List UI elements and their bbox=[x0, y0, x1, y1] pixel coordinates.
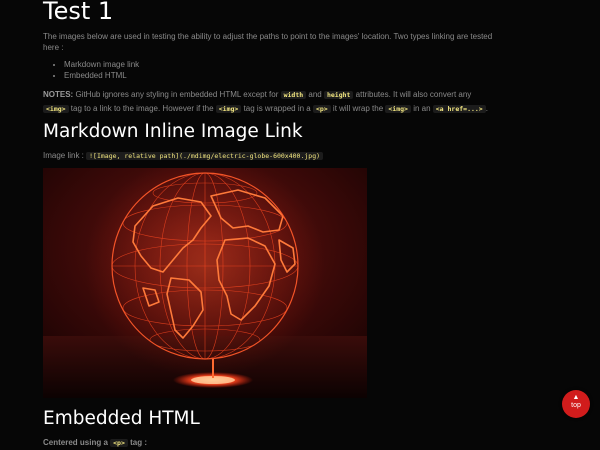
arrow-up-icon: ▲ bbox=[572, 394, 580, 401]
section-heading-markdown: Markdown Inline Image Link bbox=[43, 121, 303, 142]
code-a-href: <a href=...> bbox=[432, 105, 486, 113]
centered-caption: Centered using a <p> tag : bbox=[43, 438, 147, 447]
back-to-top-label: top bbox=[571, 402, 581, 409]
page: Test 1 The images below are used in test… bbox=[0, 0, 600, 450]
code-p: <p> bbox=[312, 105, 331, 113]
notes-text: and bbox=[306, 90, 324, 99]
back-to-top-button[interactable]: ▲ top bbox=[562, 390, 590, 418]
notes-text: . bbox=[485, 104, 488, 113]
centered-label: Centered using a bbox=[43, 438, 111, 447]
code-height: height bbox=[323, 91, 354, 99]
image-link-code: ![Image, relative path](./mdimg/electric… bbox=[86, 152, 324, 160]
image-link-label: Image link : bbox=[43, 151, 87, 160]
notes-text: attributes. It will also convert any bbox=[353, 90, 472, 99]
link-types-list: Markdown image link Embedded HTML bbox=[43, 59, 139, 81]
list-item: Markdown image link bbox=[64, 59, 139, 70]
intro-paragraph: The images below are used in testing the… bbox=[43, 32, 493, 52]
code-img: <img> bbox=[43, 105, 69, 113]
notes-text: tag to a link to the image. However if t… bbox=[68, 104, 216, 113]
notes-text: it will wrap the bbox=[330, 104, 386, 113]
notes-text: tag is wrapped in a bbox=[241, 104, 313, 113]
notes-text: in an bbox=[410, 104, 433, 113]
electric-globe-illustration bbox=[43, 168, 367, 398]
notes-paragraph: NOTES: GitHub ignores any styling in emb… bbox=[43, 88, 488, 116]
section-heading-embedded: Embedded HTML bbox=[43, 408, 200, 429]
centered-code: <p> bbox=[110, 439, 128, 447]
code-img: <img> bbox=[385, 105, 411, 113]
notes-text: GitHub ignores any styling in embedded H… bbox=[73, 90, 281, 99]
image-link-line: Image link : ![Image, relative path](./m… bbox=[43, 151, 324, 160]
code-width: width bbox=[280, 91, 307, 99]
notes-label: NOTES: bbox=[43, 90, 74, 99]
centered-suffix: tag : bbox=[127, 438, 147, 447]
page-title: Test 1 bbox=[43, 0, 114, 25]
list-item: Embedded HTML bbox=[64, 70, 139, 81]
code-img: <img> bbox=[215, 105, 242, 113]
electric-globe-image[interactable] bbox=[43, 168, 367, 398]
